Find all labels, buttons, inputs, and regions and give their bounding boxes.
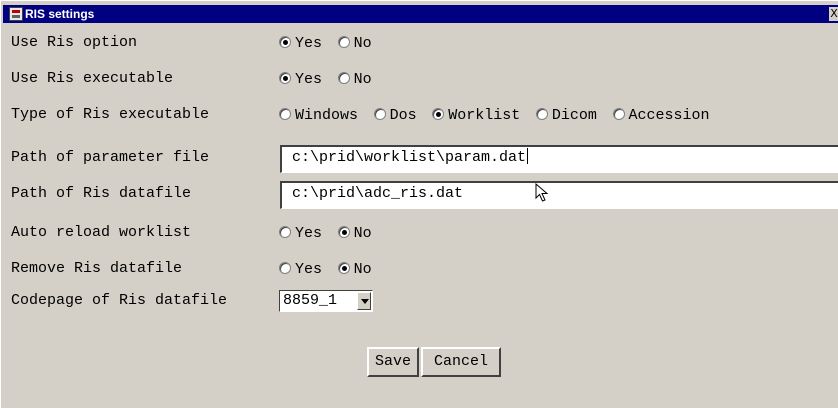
codepage-select[interactable]: 8859_1 [279, 290, 373, 312]
row-type-of-ris-executable: Type of Ris executable Windows Dos Workl… [1, 101, 838, 129]
window-title: RIS settings [25, 7, 95, 21]
path-parameter-file-input[interactable]: c:\prid\worklist\param.dat [280, 145, 838, 173]
radio-selected-icon [337, 262, 350, 274]
radio-selected-icon [279, 72, 291, 84]
radio-unselected-icon [279, 226, 291, 238]
cancel-button[interactable]: Cancel [421, 347, 501, 377]
chevron-down-icon[interactable] [357, 292, 371, 310]
radio-unselected-icon [279, 108, 291, 120]
radio-unselected-icon [337, 72, 350, 84]
label-use-ris-executable: Use Ris executable [11, 70, 174, 87]
radio-use-ris-option-no[interactable]: No [337, 35, 372, 53]
close-button[interactable]: X [829, 7, 838, 21]
path-ris-datafile-input[interactable]: c:\prid\adc_ris.dat [280, 181, 838, 209]
radio-type-accession[interactable]: Accession [612, 107, 710, 125]
radio-unselected-icon [535, 108, 548, 120]
row-path-parameter-file: Path of parameter file c:\prid\worklist\… [1, 143, 838, 173]
radio-group-type-of-ris-executable: Windows Dos Worklist Dicom Accession [279, 106, 716, 124]
radio-group-use-ris-executable: Yes No [279, 70, 378, 88]
radio-remove-ris-yes[interactable]: Yes [279, 261, 322, 279]
radio-unselected-icon [337, 36, 350, 48]
label-codepage: Codepage of Ris datafile [11, 292, 228, 309]
radio-unselected-icon [279, 262, 291, 274]
radio-auto-reload-no[interactable]: No [337, 225, 372, 243]
save-button[interactable]: Save [367, 347, 419, 377]
label-type-of-ris-executable: Type of Ris executable [11, 106, 210, 123]
radio-selected-icon [337, 226, 350, 238]
radio-unselected-icon [373, 108, 386, 120]
radio-unselected-icon [612, 108, 625, 120]
label-path-ris-datafile: Path of Ris datafile [11, 185, 192, 202]
radio-type-dos[interactable]: Dos [373, 107, 417, 125]
radio-type-dicom[interactable]: Dicom [535, 107, 597, 125]
text-caret [527, 148, 529, 164]
label-remove-ris-datafile: Remove Ris datafile [11, 260, 183, 277]
radio-type-windows[interactable]: Windows [279, 107, 358, 125]
row-path-ris-datafile: Path of Ris datafile c:\prid\adc_ris.dat [1, 179, 838, 209]
row-remove-ris-datafile: Remove Ris datafile Yes No [1, 255, 838, 283]
row-auto-reload-worklist: Auto reload worklist Yes No [1, 219, 838, 247]
row-use-ris-executable: Use Ris executable Yes No [1, 65, 838, 93]
app-icon [9, 7, 23, 21]
label-auto-reload-worklist: Auto reload worklist [11, 224, 192, 241]
row-use-ris-option: Use Ris option Yes No [1, 29, 838, 57]
codepage-selected-value: 8859_1 [283, 292, 338, 309]
radio-group-use-ris-option: Yes No [279, 34, 378, 52]
radio-group-auto-reload-worklist: Yes No [279, 224, 378, 242]
radio-type-worklist[interactable]: Worklist [432, 107, 520, 125]
ris-settings-window: RIS settings X Use Ris option Yes No Use… [0, 0, 838, 408]
radio-auto-reload-yes[interactable]: Yes [279, 225, 322, 243]
radio-use-ris-option-yes[interactable]: Yes [279, 35, 322, 53]
label-use-ris-option: Use Ris option [11, 34, 138, 51]
row-codepage: Codepage of Ris datafile 8859_1 [1, 287, 838, 315]
radio-selected-icon [432, 108, 445, 120]
radio-selected-icon [279, 36, 291, 48]
mouse-pointer-icon [535, 183, 549, 202]
title-bar: RIS settings X [3, 5, 838, 23]
label-path-parameter-file: Path of parameter file [11, 149, 210, 166]
radio-remove-ris-no[interactable]: No [337, 261, 372, 279]
radio-group-remove-ris-datafile: Yes No [279, 260, 378, 278]
radio-use-ris-executable-yes[interactable]: Yes [279, 71, 322, 89]
radio-use-ris-executable-no[interactable]: No [337, 71, 372, 89]
